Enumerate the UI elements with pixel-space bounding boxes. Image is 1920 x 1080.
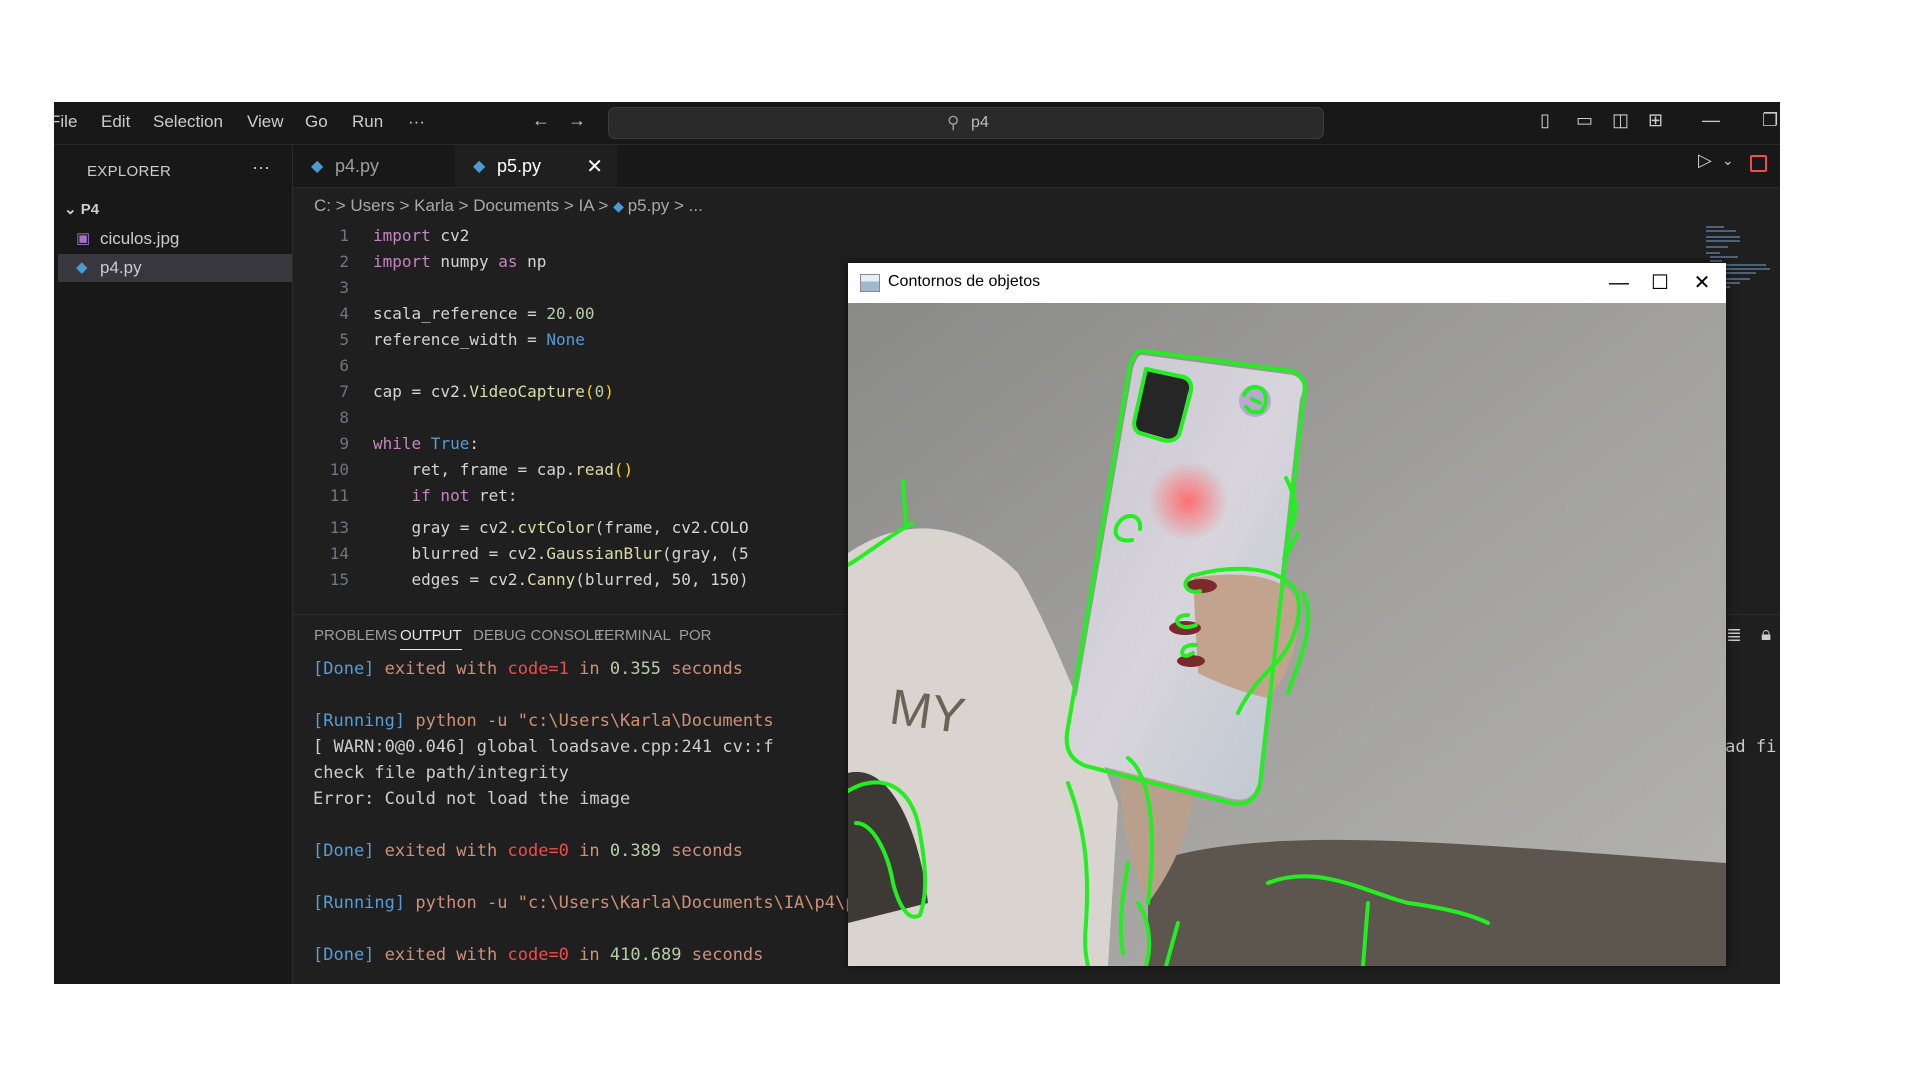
toggle-sidebar-icon[interactable]: ▯ (1540, 110, 1550, 131)
file-name: ciculos.jpg (100, 229, 180, 248)
python-file-icon: ◆ (473, 158, 486, 175)
folder-p4[interactable]: ⌄ P4 (64, 200, 99, 218)
chevron-down-icon: ⌄ (64, 201, 81, 218)
phone-light (1148, 461, 1228, 541)
menu-run[interactable]: Run (352, 112, 383, 132)
output-line: Error: Could not load the image (313, 789, 631, 809)
menu-selection[interactable]: Selection (153, 112, 223, 132)
tab-ports[interactable]: POR (679, 627, 712, 644)
editor-tabs: ◆ p4.py ◆ p5.py ✕ (293, 145, 1780, 188)
output-line: [Done] exited with code=1 in 0.355 secon… (313, 659, 743, 679)
menu-file[interactable]: File (54, 112, 77, 132)
vscode-window: File Edit Selection View Go Run ··· ← → … (54, 102, 1780, 984)
file-item-p4[interactable]: ◆ p4.py (58, 254, 292, 282)
forward-arrow-icon[interactable]: → (568, 110, 586, 131)
title-bar: File Edit Selection View Go Run ··· ← → … (54, 102, 1780, 145)
explorer-sidebar: EXPLORER ··· ⌄ P4 ▣ ciculos.jpg ◆ p4.py (54, 145, 293, 984)
nail (1177, 655, 1205, 667)
run-file-icon[interactable]: ▷ (1698, 150, 1712, 171)
explorer-more-icon[interactable]: ··· (252, 157, 270, 178)
output-line: [Done] exited with code=0 in 0.389 secon… (313, 841, 743, 861)
window-restore-icon[interactable]: ❐ (1762, 110, 1778, 131)
minimize-icon[interactable]: — (1599, 268, 1639, 298)
opencv-window-title: Contornos de objetos (888, 273, 1041, 290)
search-icon: ⚲ (947, 113, 960, 132)
customize-layout-icon[interactable]: ⊞ (1648, 110, 1663, 131)
image-file-icon: ▣ (76, 230, 91, 247)
code-editor-continued[interactable]: 12 break 13 gray = cv2.cvtColor(frame, c… (293, 508, 853, 614)
menu-go[interactable]: Go (305, 112, 328, 132)
output-line: [Running] python -u "c:\Users\Karla\Docu… (313, 711, 774, 731)
tab-terminal[interactable]: TERMINAL (595, 627, 671, 644)
tab-problems[interactable]: PROBLEMS (314, 627, 397, 644)
maximize-icon[interactable]: ☐ (1640, 268, 1680, 298)
python-file-icon: ◆ (76, 259, 88, 276)
tab-output[interactable]: OUTPUT (400, 627, 462, 650)
tab-p5[interactable]: ◆ p5.py ✕ (455, 145, 617, 187)
window-app-icon (860, 274, 880, 292)
menu-edit[interactable]: Edit (101, 112, 130, 132)
toggle-secondary-sidebar-icon[interactable]: ◫ (1612, 110, 1629, 131)
chevron-down-icon[interactable]: ⌄ (1722, 152, 1734, 169)
tab-debug-console[interactable]: DEBUG CONSOLE (473, 627, 604, 644)
menu-view[interactable]: View (247, 112, 284, 132)
window-minimize-icon[interactable]: — (1702, 110, 1720, 131)
opencv-title-bar[interactable]: Contornos de objetos — ☐ ✕ (848, 263, 1726, 303)
toggle-panel-icon[interactable]: ▭ (1576, 110, 1593, 131)
lower-shadow (1148, 839, 1726, 966)
search-text: p4 (971, 114, 989, 131)
command-center-search[interactable]: ⚲ p4 (608, 107, 1324, 139)
word-wrap-icon[interactable]: ≣ (1726, 624, 1742, 647)
back-arrow-icon[interactable]: ← (532, 110, 550, 131)
menu-more[interactable]: ··· (408, 112, 425, 132)
lock-icon[interactable]: 🔒︎ (1761, 624, 1771, 646)
close-icon[interactable]: ✕ (1682, 268, 1722, 298)
opencv-window[interactable]: Contornos de objetos — ☐ ✕ MY (848, 263, 1726, 966)
file-name: p4.py (100, 258, 142, 277)
explorer-title: EXPLORER (87, 163, 172, 180)
tab-p4[interactable]: ◆ p4.py (293, 145, 455, 187)
camera-frame: MY (848, 303, 1726, 966)
output-line: [Running] python -u "c:\Users\Karla\Docu… (313, 893, 907, 913)
output-line: [Done] exited with code=0 in 410.689 sec… (313, 945, 764, 965)
sweater-print: MY (886, 678, 968, 744)
close-tab-icon[interactable]: ✕ (586, 154, 603, 179)
code-editor[interactable]: 1 import cv2 2 import numpy as np 3 4 scala… (293, 222, 853, 508)
python-file-icon: ◆ (613, 198, 628, 214)
file-item-ciculos[interactable]: ▣ ciculos.jpg (58, 225, 292, 253)
stop-icon[interactable] (1750, 155, 1767, 172)
python-file-icon: ◆ (311, 158, 324, 175)
breadcrumb[interactable]: C: > Users > Karla > Documents > IA > ◆ … (314, 196, 703, 216)
contour-image: MY (848, 303, 1726, 966)
output-line: [ WARN:0@0.046] global loadsave.cpp:241 … (313, 737, 774, 757)
output-line: check file path/integrity (313, 763, 569, 783)
